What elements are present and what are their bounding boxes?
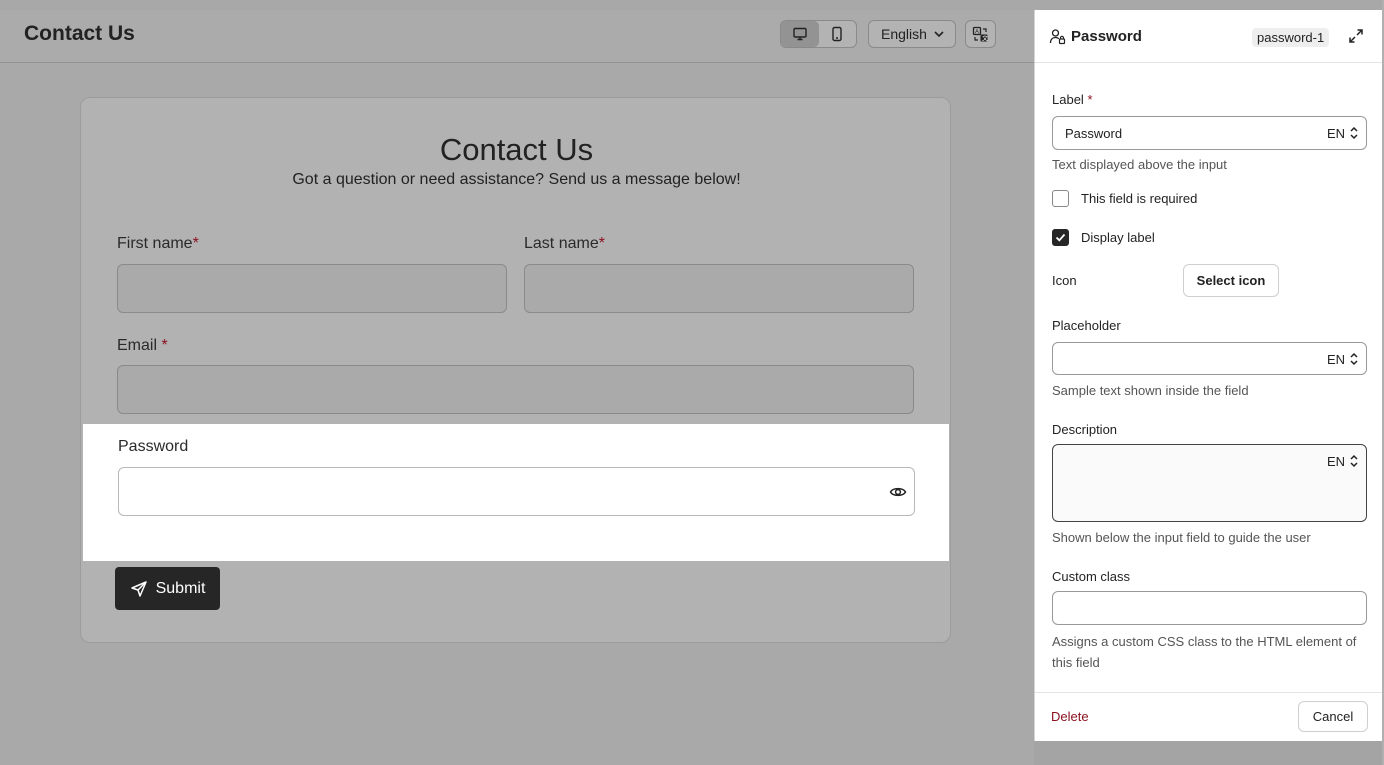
language-value: English: [881, 26, 927, 42]
submit-button[interactable]: Submit: [115, 567, 220, 610]
top-bar: Contact Us English A文: [0, 10, 1034, 63]
placeholder-lang-code: EN: [1326, 352, 1345, 367]
last-name-label-text: Last name: [524, 235, 599, 252]
password-field-icon: [1049, 28, 1066, 50]
label-lang-code: EN: [1326, 126, 1345, 141]
cancel-button[interactable]: Cancel: [1298, 701, 1368, 732]
first-name-label-text: First name: [117, 235, 193, 252]
form-title: Contact Us: [439, 132, 594, 167]
send-icon: [130, 580, 147, 597]
last-name-label: Last name*: [524, 235, 605, 253]
chevron-up-down-icon[interactable]: [1349, 126, 1359, 145]
display-label-checkbox[interactable]: [1052, 229, 1069, 246]
description-textarea[interactable]: EN: [1052, 444, 1367, 522]
label-field-title-text: Label: [1052, 92, 1084, 107]
email-label: Email *: [117, 337, 168, 355]
form-card: Contact Us Got a question or need assist…: [80, 97, 951, 643]
view-toggle: [780, 20, 857, 48]
submit-label: Submit: [155, 579, 206, 597]
placeholder-field-title: Placeholder: [1052, 318, 1121, 333]
last-name-input[interactable]: [524, 264, 914, 313]
required-mark: *: [161, 337, 168, 354]
placeholder-help-text: Sample text shown inside the field: [1052, 383, 1249, 398]
chevron-down-icon: [934, 31, 944, 38]
icon-field-title: Icon: [1052, 273, 1077, 288]
email-input[interactable]: [117, 365, 914, 414]
first-name-input[interactable]: [117, 264, 507, 313]
panel-footer: Delete Cancel: [1035, 692, 1383, 741]
label-input[interactable]: Password EN: [1052, 116, 1367, 150]
form-subtitle: Got a question or need assistance? Send …: [292, 171, 741, 188]
translate-button[interactable]: A文: [965, 20, 996, 48]
custom-class-input[interactable]: [1052, 591, 1367, 625]
label-input-value: Password: [1065, 126, 1123, 141]
chevron-up-down-icon[interactable]: [1349, 454, 1359, 473]
required-checkbox-label: This field is required: [1081, 191, 1198, 206]
panel-bottom-strip: [1034, 741, 1382, 765]
email-label-text: Email: [117, 337, 158, 354]
label-help-text: Text displayed above the input: [1052, 157, 1227, 172]
page-title: Contact Us: [24, 22, 135, 45]
required-checkbox[interactable]: [1052, 190, 1069, 207]
select-icon-button[interactable]: Select icon: [1183, 264, 1279, 297]
custom-class-help-text: Assigns a custom CSS class to the HTML e…: [1052, 634, 1357, 670]
svg-text:A: A: [975, 29, 979, 35]
chevron-up-down-icon[interactable]: [1349, 352, 1359, 371]
selected-password-field[interactable]: Password: [83, 424, 949, 561]
field-settings-panel: Password password-1 Label * Password EN …: [1034, 10, 1383, 741]
delete-button[interactable]: Delete: [1051, 709, 1089, 724]
display-label-checkbox-label: Display label: [1081, 230, 1155, 245]
monitor-icon: [793, 27, 807, 41]
display-label-checkbox-row[interactable]: Display label: [1052, 229, 1155, 246]
description-help-text: Shown below the input field to guide the…: [1052, 530, 1311, 545]
panel-header: Password password-1: [1035, 10, 1383, 63]
placeholder-input[interactable]: EN: [1052, 342, 1367, 375]
first-name-label: First name*: [117, 235, 199, 253]
description-field-title: Description: [1052, 422, 1118, 437]
required-checkbox-row[interactable]: This field is required: [1052, 190, 1197, 207]
panel-title: Password: [1071, 28, 1142, 45]
svg-text:文: 文: [982, 34, 988, 42]
translate-icon: A文: [972, 26, 988, 42]
password-label: Password: [118, 438, 189, 455]
description-lang-code: EN: [1326, 454, 1345, 469]
mobile-view-button[interactable]: [819, 21, 857, 47]
eye-icon[interactable]: [889, 483, 907, 506]
desktop-view-button[interactable]: [781, 21, 819, 47]
form-builder-canvas: Contact Us English A文 Contact Us Got a q…: [0, 10, 1034, 765]
language-select[interactable]: English: [868, 20, 956, 48]
required-mark: *: [192, 235, 199, 252]
label-field-title: Label *: [1052, 92, 1093, 107]
check-icon: [1055, 233, 1066, 242]
expand-icon[interactable]: [1348, 28, 1364, 49]
required-mark: *: [1087, 92, 1093, 107]
phone-icon: [832, 26, 842, 42]
custom-class-field-title: Custom class: [1052, 569, 1131, 584]
required-mark: *: [598, 235, 605, 252]
password-input[interactable]: [118, 467, 915, 516]
top-strip: [0, 0, 1384, 10]
field-id-badge: password-1: [1252, 28, 1330, 47]
